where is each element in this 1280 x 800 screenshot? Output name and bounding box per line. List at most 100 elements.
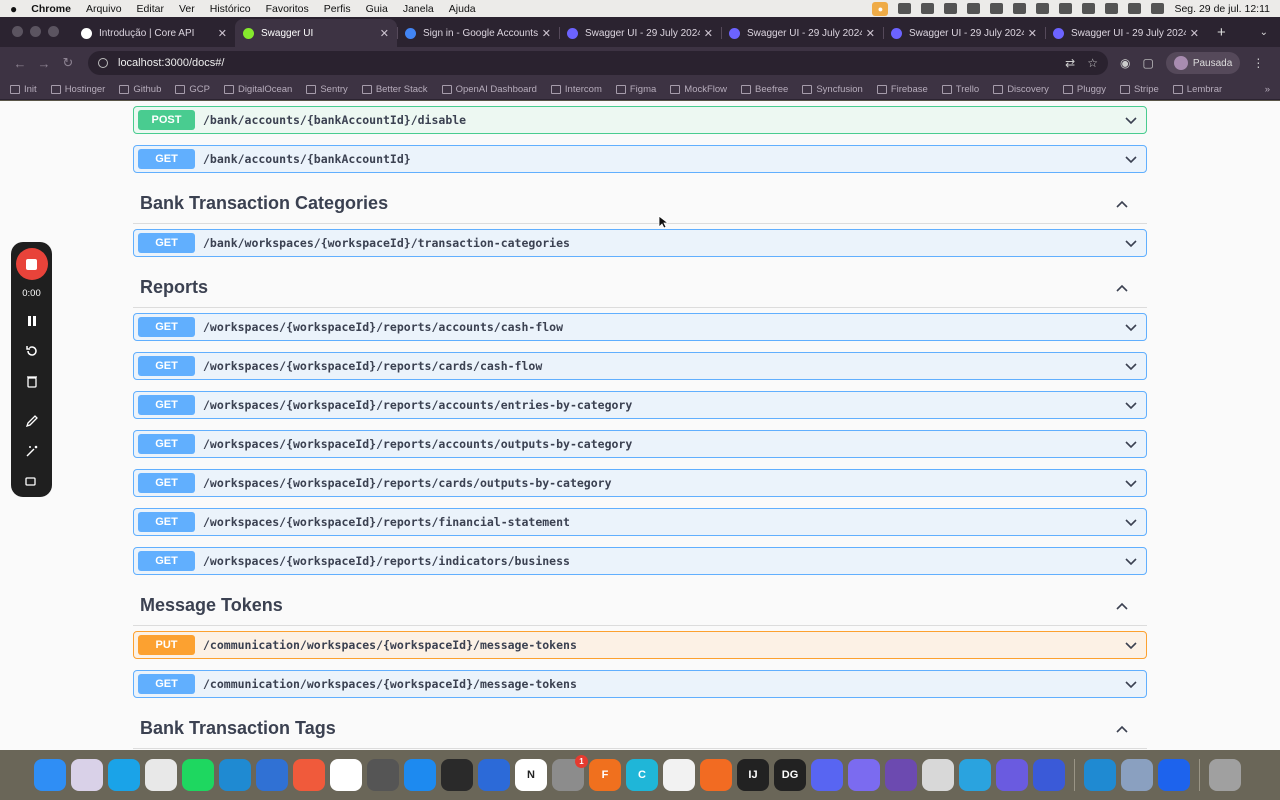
browser-tab[interactable]: Swagger UI - 29 July 2024 ✕	[1045, 19, 1207, 47]
status-icon-5[interactable]	[990, 3, 1004, 14]
operation-get-row[interactable]: GET/workspaces/{workspaceId}/reports/acc…	[133, 313, 1147, 341]
status-icon-6[interactable]	[1013, 3, 1027, 14]
menubar-clock[interactable]: Seg. 29 de jul. 12:11	[1174, 3, 1270, 15]
dock-app-17-icon[interactable]: C	[626, 759, 658, 791]
bookmark-item[interactable]: Syncfusion	[802, 84, 863, 95]
chevron-down-icon[interactable]	[1124, 638, 1138, 652]
chevron-down-icon[interactable]	[1124, 515, 1138, 529]
bookmark-item[interactable]: Intercom	[550, 84, 602, 95]
bookmark-item[interactable]: MockFlow	[670, 84, 727, 95]
bookmark-item[interactable]: Beefree	[741, 84, 788, 95]
chevron-down-icon[interactable]	[1124, 398, 1138, 412]
dock-finder-icon[interactable]	[34, 759, 66, 791]
operation-get-row[interactable]: GET/workspaces/{workspaceId}/reports/car…	[133, 469, 1147, 497]
forward-button[interactable]: →	[32, 56, 56, 71]
operation-get-row[interactable]: GET/communication/workspaces/{workspaceI…	[133, 670, 1147, 698]
minimize-window-button[interactable]	[30, 26, 41, 37]
bookmark-item[interactable]: Figma	[615, 84, 656, 95]
bookmark-item[interactable]: Better Stack	[361, 84, 428, 95]
dock-notion-icon[interactable]: N	[515, 759, 547, 791]
chevron-down-icon[interactable]	[1124, 437, 1138, 451]
menu-editar[interactable]: Editar	[137, 3, 164, 15]
chevron-down-icon[interactable]	[1124, 554, 1138, 568]
dock-app-3-icon[interactable]	[108, 759, 140, 791]
menu-ajuda[interactable]: Ajuda	[449, 3, 476, 15]
bookmark-item[interactable]: Lembrar	[1172, 84, 1222, 95]
bookmark-item[interactable]: Hostinger	[50, 84, 105, 95]
dock-app-28-icon[interactable]	[1033, 759, 1065, 791]
chevron-up-icon[interactable]	[1115, 600, 1129, 614]
play-status-icon[interactable]	[1036, 3, 1050, 14]
operation-get-row[interactable]: GET/workspaces/{workspaceId}/reports/acc…	[133, 430, 1147, 458]
dock-app-store-icon[interactable]	[404, 759, 436, 791]
dock-discord-icon[interactable]	[811, 759, 843, 791]
operation-get-row[interactable]: GET/workspaces/{workspaceId}/reports/fin…	[133, 508, 1147, 536]
chevron-down-icon[interactable]	[1124, 677, 1138, 691]
bookmark-item[interactable]: DigitalOcean	[223, 84, 292, 95]
menu-historico[interactable]: Histórico	[210, 3, 251, 15]
tab-close-button[interactable]: ✕	[1028, 27, 1037, 40]
dock-trash-icon[interactable]	[1209, 759, 1241, 791]
tab-close-button[interactable]: ✕	[1190, 27, 1199, 40]
bookmark-item[interactable]: Firebase	[876, 84, 928, 95]
menu-guia[interactable]: Guia	[366, 3, 388, 15]
menu-perfis[interactable]: Perfis	[324, 3, 351, 15]
menu-janela[interactable]: Janela	[403, 3, 434, 15]
status-icon-1[interactable]	[898, 3, 912, 14]
apple-menu-icon[interactable]: ●	[10, 2, 17, 16]
back-button[interactable]: ←	[8, 56, 32, 71]
chevron-down-icon[interactable]	[1124, 476, 1138, 490]
control-center-icon[interactable]	[1128, 3, 1142, 14]
dock-app-24-icon[interactable]	[885, 759, 917, 791]
dock-app-27-icon[interactable]	[996, 759, 1028, 791]
dock-docker-icon[interactable]	[1158, 759, 1190, 791]
bookmark-item[interactable]: Pluggy	[1062, 84, 1106, 95]
dock-intellij-icon[interactable]: IJ	[737, 759, 769, 791]
camera-button[interactable]	[24, 473, 40, 489]
dock-vscode-icon[interactable]	[219, 759, 251, 791]
tab-search-chevron-icon[interactable]: ⌄	[1260, 27, 1268, 38]
browser-tab[interactable]: Swagger UI - 29 July 2024 ✕	[721, 19, 883, 47]
delete-button[interactable]	[24, 373, 40, 389]
dock-fusion-icon[interactable]: F	[589, 759, 621, 791]
bookmark-item[interactable]: OpenAI Dashboard	[441, 84, 537, 95]
spotlight-search-icon[interactable]	[1105, 3, 1119, 14]
bookmark-item[interactable]: Sentry	[306, 84, 348, 95]
bookmark-item[interactable]: Stripe	[1119, 84, 1159, 95]
chevron-up-icon[interactable]	[1115, 282, 1129, 296]
tab-close-button[interactable]: ✕	[542, 27, 551, 40]
bookmark-item[interactable]: Trello	[941, 84, 979, 95]
siri-icon[interactable]	[1151, 3, 1165, 14]
chevron-down-icon[interactable]	[1124, 113, 1138, 127]
chevron-down-icon[interactable]	[1124, 152, 1138, 166]
new-tab-button[interactable]: +	[1217, 24, 1226, 41]
api-section-header[interactable]: Message Tokens	[133, 586, 1147, 626]
draw-button[interactable]	[24, 413, 40, 429]
api-section-header[interactable]: Bank Transaction Categories	[133, 184, 1147, 224]
chevron-down-icon[interactable]	[1124, 359, 1138, 373]
dock-datagrip-icon[interactable]: DG	[774, 759, 806, 791]
dock-chrome-icon[interactable]	[145, 759, 177, 791]
zoom-window-button[interactable]	[48, 26, 59, 37]
dock-spotify-icon[interactable]	[182, 759, 214, 791]
chevron-up-icon[interactable]	[1115, 723, 1129, 737]
bookmark-item[interactable]: Init	[10, 84, 37, 95]
address-url[interactable]: localhost:3000/docs#/	[118, 57, 224, 69]
dock-launchpad-icon[interactable]	[71, 759, 103, 791]
close-window-button[interactable]	[12, 26, 23, 37]
browser-tab[interactable]: Swagger UI ✕	[235, 19, 397, 47]
dock-mongodb-icon[interactable]	[663, 759, 695, 791]
tab-close-button[interactable]: ✕	[704, 27, 713, 40]
status-icon-3[interactable]	[944, 3, 958, 14]
operation-get-row[interactable]: GET/workspaces/{workspaceId}/reports/ind…	[133, 547, 1147, 575]
microphone-icon[interactable]: ●	[872, 1, 889, 16]
site-info-icon[interactable]	[98, 58, 108, 68]
menu-ver[interactable]: Ver	[179, 3, 195, 15]
dock-app-23-icon[interactable]	[848, 759, 880, 791]
extension-icon[interactable]: ◉	[1120, 56, 1130, 70]
dock-system-settings-icon[interactable]: 1	[552, 755, 588, 791]
browser-tab[interactable]: Introdução | Core API ✕	[73, 19, 235, 47]
chevron-down-icon[interactable]	[1124, 236, 1138, 250]
pause-button[interactable]	[24, 313, 40, 329]
tab-close-button[interactable]: ✕	[380, 27, 389, 40]
